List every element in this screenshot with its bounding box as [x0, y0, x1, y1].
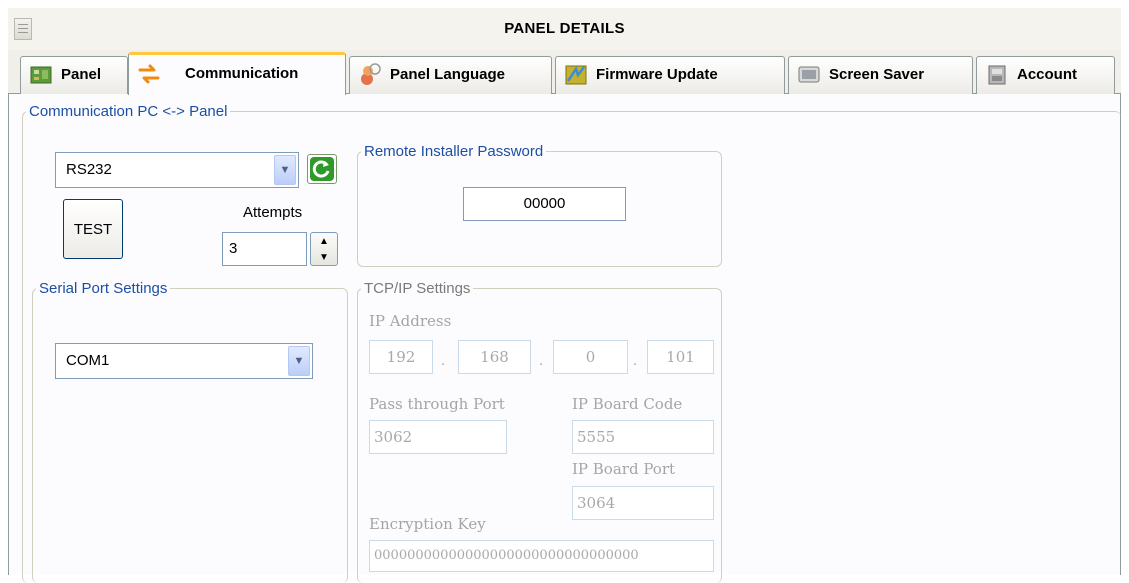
tab-account[interactable]: Account	[976, 56, 1115, 94]
tab-firmware-update[interactable]: Firmware Update	[555, 56, 785, 94]
firmware-icon	[565, 65, 587, 85]
serial-port-group-label: Serial Port Settings	[39, 280, 168, 297]
com-port-select[interactable]: COM1 ▼	[55, 343, 313, 379]
attempts-input[interactable]: 3	[222, 232, 307, 266]
tab-communication[interactable]: Communication	[128, 52, 346, 95]
tab-screen-saver[interactable]: Screen Saver	[788, 56, 973, 94]
language-icon	[361, 63, 381, 85]
remote-installer-password-input[interactable]: 00000	[463, 187, 626, 221]
ip-octet-4-input[interactable]: 101	[647, 340, 714, 374]
ip-board-code-label: IP Board Code	[572, 395, 683, 413]
panel-board-icon	[30, 66, 52, 84]
tab-panel-language-label: Panel Language	[390, 66, 506, 83]
chevron-down-icon[interactable]: ▼	[311, 249, 337, 265]
chevron-up-icon[interactable]: ▲	[311, 233, 337, 249]
tab-panel-language[interactable]: Panel Language	[349, 56, 552, 94]
attempts-stepper[interactable]: ▲ ▼	[310, 232, 338, 266]
communication-group-label: Communication PC <-> Panel	[29, 103, 228, 120]
connection-type-select[interactable]: RS232 ▼	[55, 152, 299, 188]
encryption-key-label: Encryption Key	[369, 515, 486, 533]
window-title: PANEL DETAILS	[504, 20, 625, 37]
ip-separator: .	[539, 352, 544, 369]
ip-board-port-input[interactable]: 3064	[572, 486, 714, 520]
exchange-arrows-icon	[138, 64, 160, 84]
tab-panel-label: Panel	[61, 66, 102, 83]
connection-type-value: RS232	[66, 161, 112, 178]
pass-through-port-input[interactable]: 3062	[369, 420, 507, 454]
pass-through-port-label: Pass through Port	[369, 395, 505, 413]
ip-address-label: IP Address	[369, 312, 452, 330]
chevron-down-icon[interactable]: ▼	[288, 346, 310, 376]
test-button[interactable]: TEST	[63, 199, 123, 259]
tcpip-group-label: TCP/IP Settings	[364, 280, 471, 297]
tab-screen-saver-label: Screen Saver	[829, 66, 925, 83]
serial-port-group: Serial Port Settings	[32, 280, 348, 583]
tab-panel[interactable]: Panel	[20, 56, 128, 94]
remote-installer-group-label: Remote Installer Password	[364, 143, 544, 160]
ip-octet-1-input[interactable]: 192	[369, 340, 433, 374]
ip-separator: .	[633, 352, 638, 369]
chevron-down-icon[interactable]: ▼	[274, 155, 296, 185]
ip-board-port-label: IP Board Port	[572, 460, 676, 478]
screen-saver-icon	[798, 66, 820, 83]
refresh-button[interactable]	[307, 154, 337, 184]
encryption-key-input[interactable]: 00000000000000000000000000000000	[369, 540, 714, 572]
attempts-label: Attempts	[243, 204, 303, 221]
ip-board-code-input[interactable]: 5555	[572, 420, 714, 454]
tab-firmware-update-label: Firmware Update	[596, 66, 718, 83]
ip-octet-3-input[interactable]: 0	[553, 340, 628, 374]
tab-communication-label: Communication	[185, 65, 299, 82]
tab-account-label: Account	[1017, 66, 1077, 83]
account-icon	[988, 65, 1006, 85]
ip-octet-2-input[interactable]: 168	[458, 340, 531, 374]
com-port-value: COM1	[66, 352, 110, 369]
ip-separator: .	[441, 352, 446, 369]
refresh-icon	[310, 157, 334, 181]
